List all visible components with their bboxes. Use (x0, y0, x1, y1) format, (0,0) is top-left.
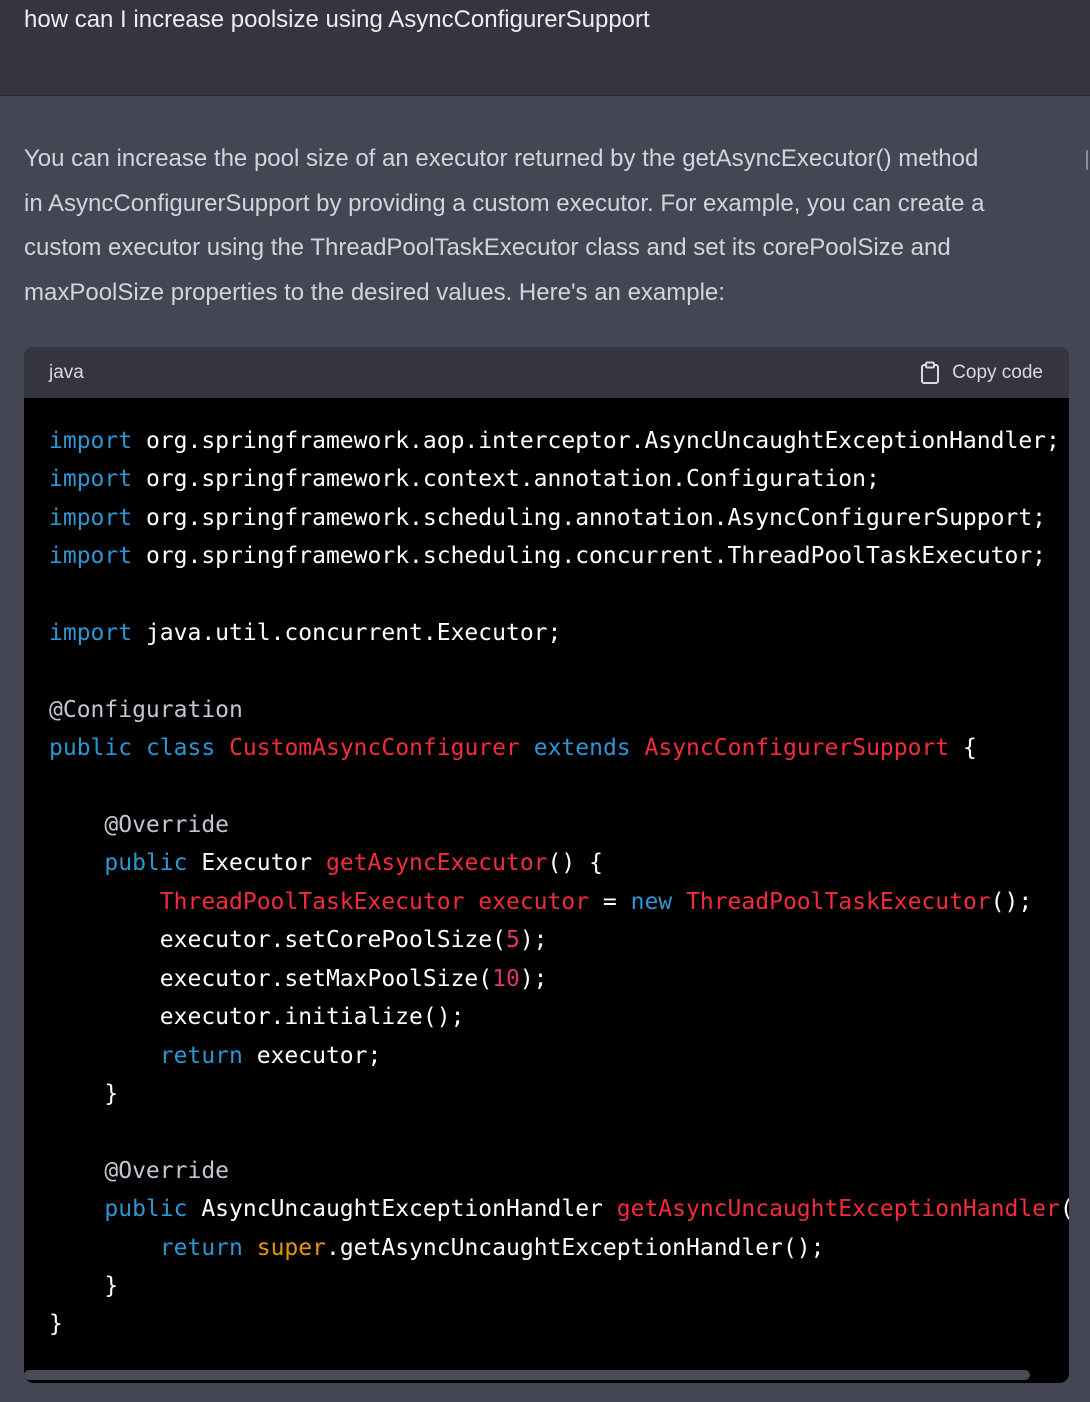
code-method-name: getAsyncExecutor (325, 850, 548, 877)
code-import-path: org.springframework.scheduling.annotatio… (132, 504, 1047, 531)
code-variable: executor (478, 888, 590, 915)
code-keyword: import (49, 428, 133, 454)
code-annotation: @Configuration (49, 696, 243, 723)
assistant-message-line: in AsyncConfigurerSupport by providing a… (24, 189, 985, 217)
code-keyword: import (49, 543, 133, 570)
assistant-message-line: custom executor using the ThreadPoolTask… (24, 234, 951, 262)
code-number: 5 (505, 927, 520, 954)
code-keyword: public (104, 850, 188, 877)
code-keyword: import (49, 504, 133, 531)
scrollbar-thumb[interactable] (24, 1370, 1030, 1380)
copy-code-button[interactable]: Copy code (920, 347, 1043, 398)
code-type: ThreadPoolTaskExecutor (686, 888, 991, 915)
assistant-message-line: You can increase the pool size of an exe… (24, 145, 979, 172)
code-statement: executor.setMaxPoolSize( (159, 965, 493, 992)
message-options-handle (1086, 150, 1088, 170)
code-keyword: public (104, 1196, 188, 1223)
assistant-message-line: maxPoolSize properties to the desired va… (24, 279, 725, 307)
code-import-path: org.springframework.scheduling.concurren… (132, 543, 1047, 570)
code-import-path: org.springframework.aop.interceptor.Asyn… (132, 428, 1060, 454)
code-keyword: new (630, 888, 673, 915)
user-message-row: how can I increase poolsize using AsyncC… (0, 0, 1090, 96)
code-keyword: extends (533, 735, 631, 762)
code-keyword: import (49, 466, 133, 493)
code-keyword: return (159, 1042, 243, 1069)
code-number: 10 (492, 965, 520, 992)
code-keyword-super: super (256, 1234, 326, 1261)
code-block-header: java Copy code (24, 347, 1069, 398)
code-class-name: CustomAsyncConfigurer (229, 735, 520, 762)
assistant-message-text: You can increase the pool size of an exe… (24, 137, 1074, 316)
code-type: Executor (187, 850, 326, 877)
code-body: import org.springframework.aop.intercept… (24, 398, 1069, 1366)
code-statement: .getAsyncUncaughtExceptionHandler(); (325, 1234, 825, 1261)
code-annotation: @Override (104, 812, 230, 839)
horizontal-scrollbar[interactable] (24, 1366, 1069, 1383)
code-annotation: @Override (104, 1157, 230, 1184)
code-class-name: AsyncConfigurerSupport (644, 735, 950, 762)
code-keyword: public (49, 735, 133, 762)
code-keyword: class (145, 735, 216, 762)
copy-code-label: Copy code (952, 361, 1043, 383)
code-language-label: java (49, 362, 84, 383)
code-statement: executor; (242, 1042, 382, 1069)
code-statement: executor.setCorePoolSize( (159, 927, 506, 954)
code-keyword: return (159, 1234, 243, 1261)
code-content: import org.springframework.aop.intercept… (49, 428, 1069, 1338)
code-import-path: java.util.concurrent.Executor; (132, 620, 562, 647)
code-type: AsyncUncaughtExceptionHandler (187, 1196, 617, 1223)
code-type: ThreadPoolTaskExecutor (159, 888, 465, 915)
code-statement: executor.initialize(); (159, 1004, 465, 1031)
clipboard-icon (920, 361, 940, 385)
code-block: java Copy code import org.springframewor… (24, 347, 1069, 1383)
code-import-path: org.springframework.context.annotation.C… (132, 466, 880, 493)
user-message-text: how can I increase poolsize using AsyncC… (24, 6, 650, 33)
code-keyword: import (49, 620, 133, 647)
code-method-name: getAsyncUncaughtExceptionHandler (616, 1196, 1060, 1223)
